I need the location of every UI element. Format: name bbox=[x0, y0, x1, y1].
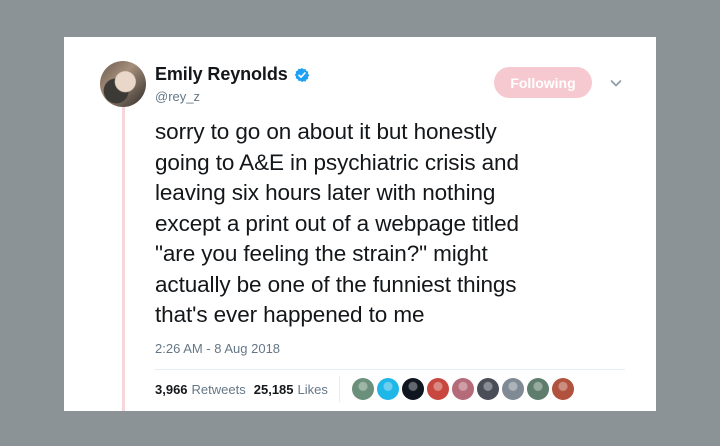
display-name[interactable]: Emily Reynolds bbox=[155, 64, 288, 85]
tweet-stats: 3,966 Retweets 25,185 Likes bbox=[155, 382, 328, 397]
liker-avatar[interactable] bbox=[452, 378, 474, 400]
likes-stat[interactable]: 25,185 Likes bbox=[254, 382, 328, 397]
following-button[interactable]: Following bbox=[494, 67, 592, 98]
handle[interactable]: @rey_z bbox=[155, 89, 200, 104]
divider bbox=[155, 369, 625, 370]
avatar[interactable] bbox=[100, 61, 146, 107]
chevron-down-icon[interactable] bbox=[609, 76, 623, 90]
likes-label: Likes bbox=[297, 382, 328, 397]
likes-count: 25,185 bbox=[253, 382, 294, 397]
verified-badge-icon bbox=[294, 67, 309, 82]
thread-line bbox=[122, 104, 125, 411]
liker-avatar[interactable] bbox=[527, 378, 549, 400]
tweet-text: sorry to go on about it but honestly goi… bbox=[155, 119, 519, 327]
liker-avatar[interactable] bbox=[377, 378, 399, 400]
retweets-label: Retweets bbox=[191, 382, 246, 397]
likers-avatars bbox=[352, 378, 574, 400]
liker-avatar[interactable] bbox=[427, 378, 449, 400]
liker-avatar[interactable] bbox=[352, 378, 374, 400]
retweets-stat[interactable]: 3,966 Retweets bbox=[155, 382, 246, 397]
retweets-count: 3,966 bbox=[155, 382, 188, 397]
stats-separator bbox=[339, 376, 340, 402]
liker-avatar[interactable] bbox=[502, 378, 524, 400]
tweet-timestamp[interactable]: 2:26 AM - 8 Aug 2018 bbox=[155, 341, 280, 356]
liker-avatar[interactable] bbox=[477, 378, 499, 400]
liker-avatar[interactable] bbox=[402, 378, 424, 400]
author-row: Emily Reynolds bbox=[155, 64, 310, 85]
liker-avatar[interactable] bbox=[552, 378, 574, 400]
